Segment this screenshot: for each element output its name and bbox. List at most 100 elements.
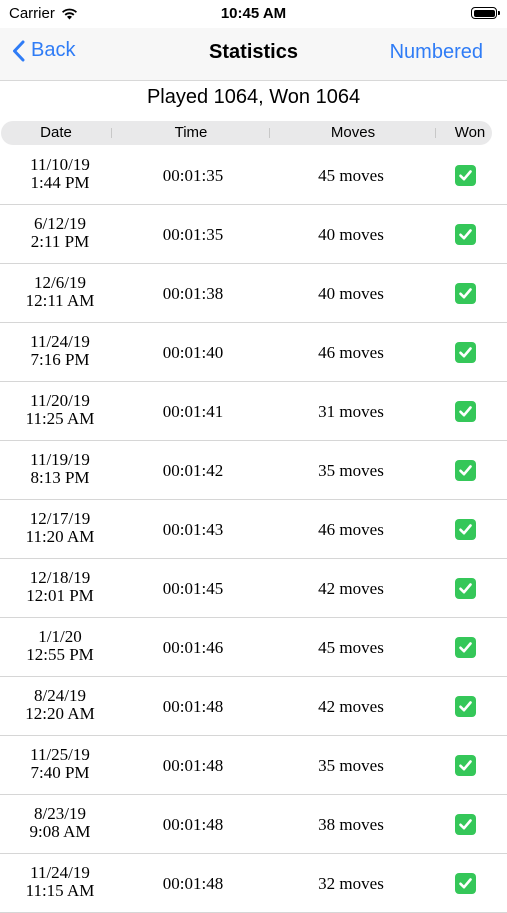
row-date-clock: 9:08 AM bbox=[29, 822, 91, 841]
row-date: 8/24/19 12:20 AM bbox=[0, 687, 120, 723]
row-time: 00:01:35 bbox=[162, 166, 224, 185]
row-date-day: 11/24/19 bbox=[30, 332, 90, 351]
row-date-clock: 1:44 PM bbox=[30, 173, 90, 192]
row-date: 12/17/19 11:20 AM bbox=[0, 510, 120, 546]
row-date-day: 11/25/19 bbox=[30, 745, 90, 764]
column-header-time[interactable]: Time bbox=[113, 124, 269, 141]
check-icon bbox=[455, 165, 476, 186]
table-row[interactable]: 11/10/19 1:44 PM 00:01:35 45 moves bbox=[0, 146, 507, 205]
row-date-day: 12/17/19 bbox=[29, 509, 91, 528]
row-date: 11/25/19 7:40 PM bbox=[0, 746, 120, 782]
row-time: 00:01:42 bbox=[162, 461, 224, 480]
table-row[interactable]: 1/1/20 12:55 PM 00:01:46 45 moves bbox=[0, 618, 507, 677]
row-moves: 46 moves bbox=[318, 343, 384, 362]
row-moves: 42 moves bbox=[318, 697, 384, 716]
table-row[interactable]: 12/6/19 12:11 AM 00:01:38 40 moves bbox=[0, 264, 507, 323]
row-date-day: 8/23/19 bbox=[34, 804, 86, 823]
row-date: 11/10/19 1:44 PM bbox=[0, 156, 120, 192]
row-date-day: 8/24/19 bbox=[34, 686, 86, 705]
row-time: 00:01:45 bbox=[162, 579, 224, 598]
column-header-date[interactable]: Date bbox=[1, 124, 111, 141]
check-icon bbox=[455, 755, 476, 776]
table-row[interactable]: 11/19/19 8:13 PM 00:01:42 35 moves bbox=[0, 441, 507, 500]
row-moves: 45 moves bbox=[318, 166, 384, 185]
battery-icon bbox=[471, 7, 500, 19]
column-divider bbox=[435, 128, 436, 138]
row-date: 12/18/19 12:01 PM bbox=[0, 569, 120, 605]
games-list: 11/10/19 1:44 PM 00:01:35 45 moves 6/12/19 2:… bbox=[0, 146, 507, 913]
row-moves: 35 moves bbox=[318, 756, 384, 775]
status-bar: Carrier 10:45 AM bbox=[0, 0, 507, 28]
row-date: 11/19/19 8:13 PM bbox=[0, 451, 120, 487]
table-row[interactable]: 8/23/19 9:08 AM 00:01:48 38 moves bbox=[0, 795, 507, 854]
table-header: Date Time Moves Won bbox=[1, 121, 492, 145]
check-icon bbox=[455, 873, 476, 894]
check-icon bbox=[455, 637, 476, 658]
row-time: 00:01:48 bbox=[162, 697, 224, 716]
row-date-clock: 12:01 PM bbox=[26, 586, 94, 605]
row-date: 11/20/19 11:25 AM bbox=[0, 392, 120, 428]
row-date-clock: 8:13 PM bbox=[30, 468, 90, 487]
row-time: 00:01:38 bbox=[162, 284, 224, 303]
row-date: 1/1/20 12:55 PM bbox=[0, 628, 120, 664]
table-row[interactable]: 12/18/19 12:01 PM 00:01:45 42 moves bbox=[0, 559, 507, 618]
check-icon bbox=[455, 283, 476, 304]
row-date-clock: 12:20 AM bbox=[25, 704, 95, 723]
row-date: 11/24/19 7:16 PM bbox=[0, 333, 120, 369]
row-date-clock: 7:40 PM bbox=[30, 763, 90, 782]
row-time: 00:01:40 bbox=[162, 343, 224, 362]
row-moves: 35 moves bbox=[318, 461, 384, 480]
row-date-clock: 12:11 AM bbox=[25, 291, 95, 310]
row-moves: 32 moves bbox=[318, 874, 384, 893]
column-header-won[interactable]: Won bbox=[437, 124, 503, 141]
row-time: 00:01:46 bbox=[162, 638, 224, 657]
check-icon bbox=[455, 696, 476, 717]
row-date-day: 11/24/19 bbox=[30, 863, 90, 882]
row-time: 00:01:41 bbox=[162, 402, 224, 421]
row-date-clock: 12:55 PM bbox=[26, 645, 94, 664]
row-time: 00:01:48 bbox=[162, 874, 224, 893]
row-date-day: 11/19/19 bbox=[30, 450, 90, 469]
row-moves: 40 moves bbox=[318, 225, 384, 244]
row-date-clock: 11:15 AM bbox=[25, 881, 95, 900]
row-date-day: 1/1/20 bbox=[38, 627, 82, 646]
row-time: 00:01:35 bbox=[162, 225, 224, 244]
row-date-clock: 2:11 PM bbox=[30, 232, 90, 251]
check-icon bbox=[455, 814, 476, 835]
check-icon bbox=[455, 342, 476, 363]
column-divider bbox=[269, 128, 270, 138]
numbered-button[interactable]: Numbered bbox=[390, 41, 483, 64]
table-row[interactable]: 6/12/19 2:11 PM 00:01:35 40 moves bbox=[0, 205, 507, 264]
check-icon bbox=[455, 460, 476, 481]
row-date-clock: 7:16 PM bbox=[30, 350, 90, 369]
table-row[interactable]: 12/17/19 11:20 AM 00:01:43 46 moves bbox=[0, 500, 507, 559]
check-icon bbox=[455, 519, 476, 540]
row-date-day: 6/12/19 bbox=[34, 214, 86, 233]
table-row[interactable]: 11/20/19 11:25 AM 00:01:41 31 moves bbox=[0, 382, 507, 441]
row-moves: 40 moves bbox=[318, 284, 384, 303]
check-icon bbox=[455, 401, 476, 422]
row-moves: 45 moves bbox=[318, 638, 384, 657]
row-time: 00:01:48 bbox=[162, 815, 224, 834]
table-row[interactable]: 11/24/19 7:16 PM 00:01:40 46 moves bbox=[0, 323, 507, 382]
row-date: 11/24/19 11:15 AM bbox=[0, 864, 120, 900]
column-header-moves[interactable]: Moves bbox=[271, 124, 435, 141]
table-row[interactable]: 11/24/19 11:15 AM 00:01:48 32 moves bbox=[0, 854, 507, 913]
games-summary: Played 1064, Won 1064 bbox=[146, 86, 361, 108]
row-moves: 31 moves bbox=[318, 402, 384, 421]
row-date-day: 11/20/19 bbox=[30, 391, 90, 410]
row-moves: 38 moves bbox=[318, 815, 384, 834]
row-date-day: 11/10/19 bbox=[30, 155, 90, 174]
column-divider bbox=[111, 128, 112, 138]
navigation-bar: Back Statistics Numbered bbox=[0, 28, 507, 81]
check-icon bbox=[455, 224, 476, 245]
table-row[interactable]: 11/25/19 7:40 PM 00:01:48 35 moves bbox=[0, 736, 507, 795]
check-icon bbox=[455, 578, 476, 599]
table-row[interactable]: 8/24/19 12:20 AM 00:01:48 42 moves bbox=[0, 677, 507, 736]
row-date-clock: 11:25 AM bbox=[25, 409, 95, 428]
row-moves: 46 moves bbox=[318, 520, 384, 539]
row-date-clock: 11:20 AM bbox=[25, 527, 95, 546]
row-moves: 42 moves bbox=[318, 579, 384, 598]
row-date: 12/6/19 12:11 AM bbox=[0, 274, 120, 310]
row-time: 00:01:48 bbox=[162, 756, 224, 775]
